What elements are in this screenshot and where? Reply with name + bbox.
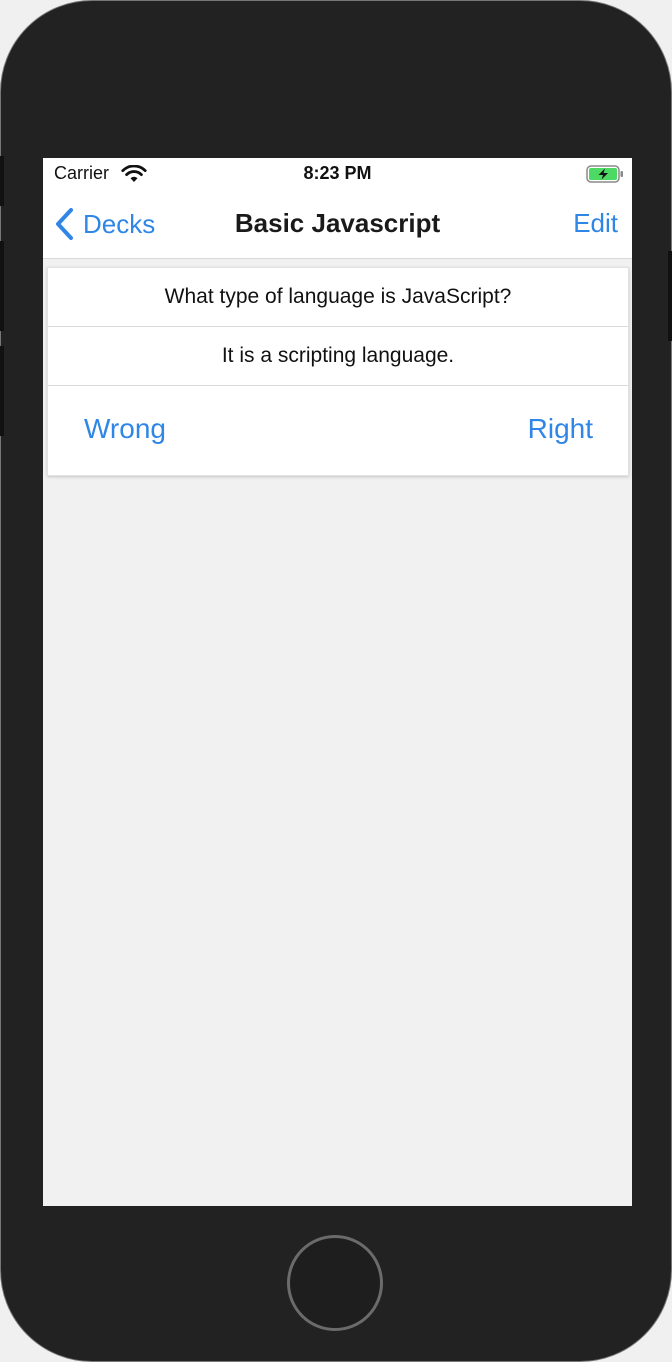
battery-charging-icon bbox=[586, 165, 623, 183]
volume-up-button bbox=[0, 241, 4, 331]
home-button[interactable] bbox=[287, 1235, 383, 1331]
volume-down-button bbox=[0, 346, 4, 436]
card-answer: It is a scripting language. bbox=[48, 327, 628, 386]
status-bar: Carrier 8:23 PM bbox=[43, 158, 632, 190]
navigation-bar: Decks Basic Javascript Edit bbox=[43, 190, 632, 259]
card-question: What type of language is JavaScript? bbox=[48, 268, 628, 327]
device-frame: Carrier 8:23 PM Decks Basic Javascript E… bbox=[0, 0, 672, 1362]
screen: Carrier 8:23 PM Decks Basic Javascript E… bbox=[43, 158, 632, 1206]
flashcard: What type of language is JavaScript? It … bbox=[47, 267, 629, 476]
right-button[interactable]: Right bbox=[528, 413, 593, 445]
wrong-button[interactable]: Wrong bbox=[84, 413, 166, 445]
page-title: Basic Javascript bbox=[234, 208, 441, 238]
edit-button[interactable]: Edit bbox=[573, 208, 618, 239]
mute-switch bbox=[0, 156, 4, 206]
clock: 8:23 PM bbox=[303, 163, 372, 183]
power-button bbox=[668, 251, 672, 341]
